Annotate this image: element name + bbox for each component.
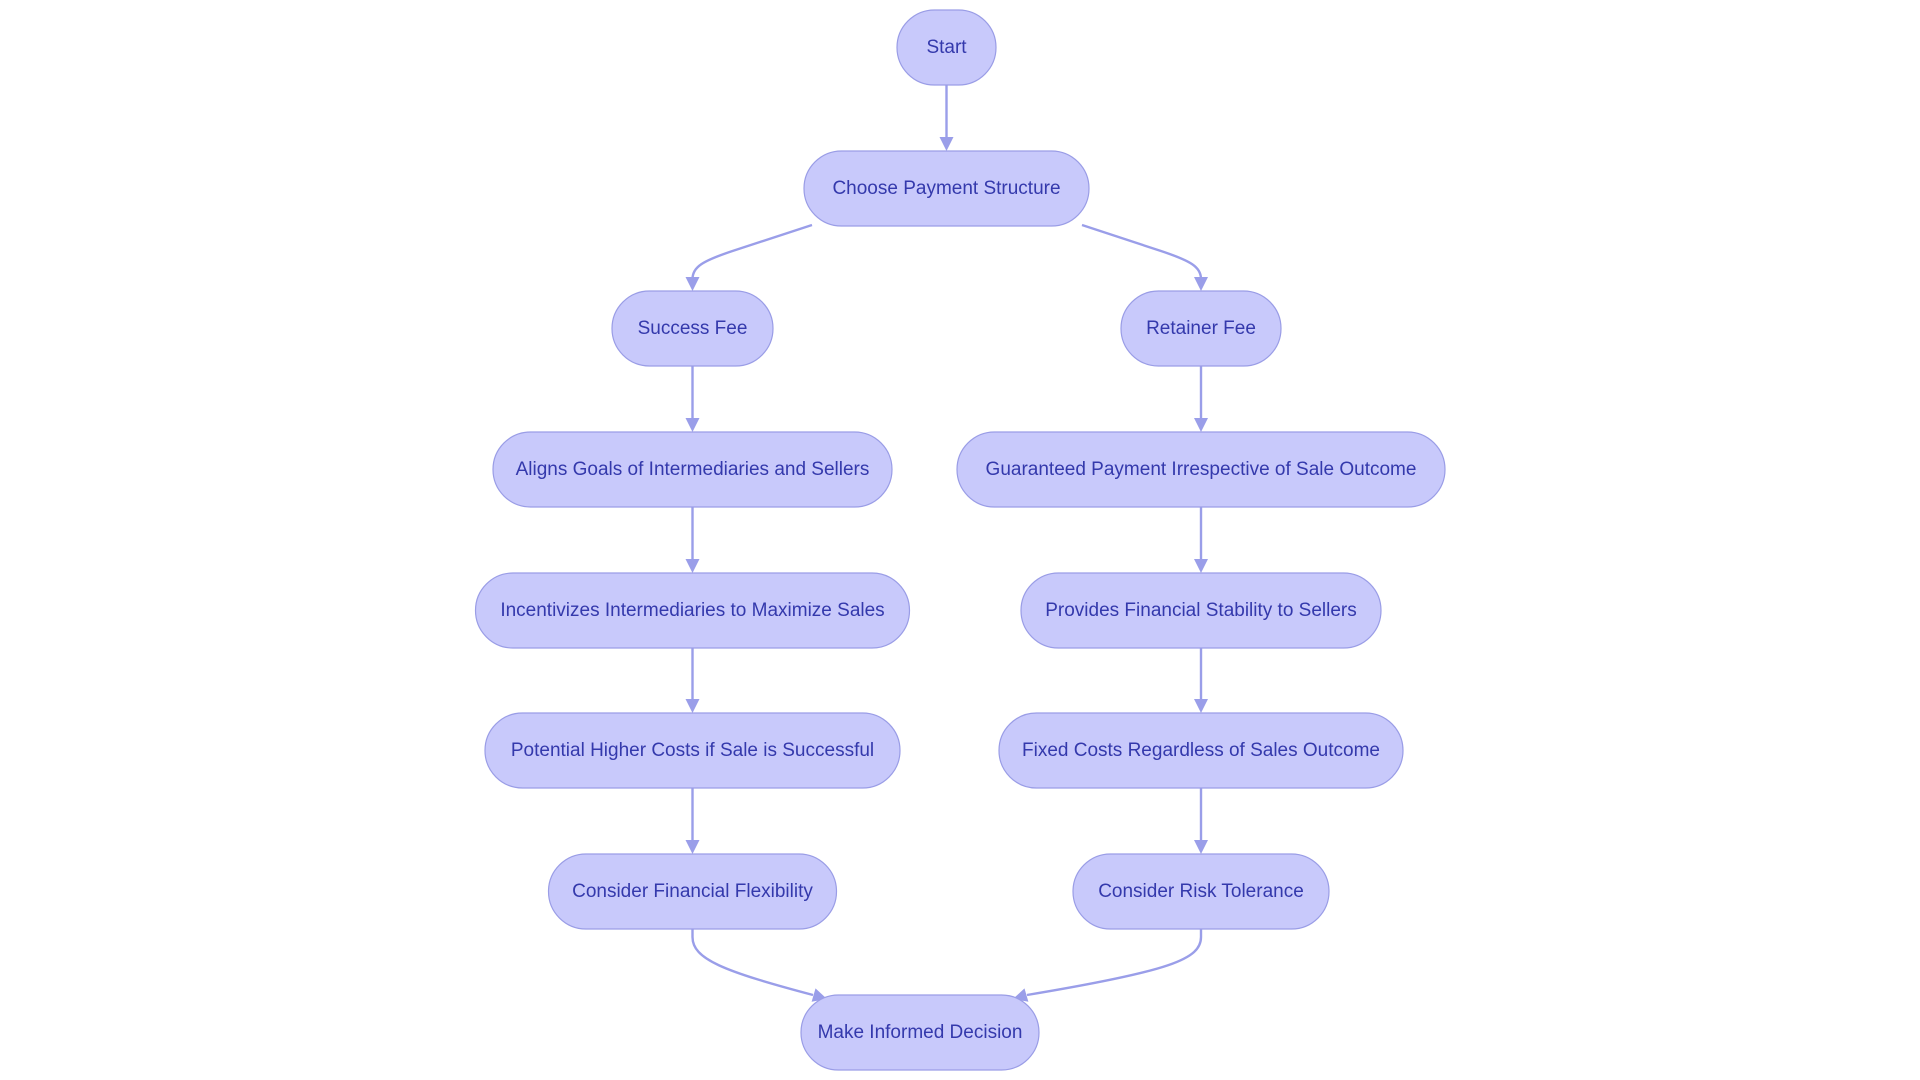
node-label: Provides Financial Stability to Sellers xyxy=(1045,600,1357,621)
node-incentivizes: Incentivizes Intermediaries to Maximize … xyxy=(474,572,911,649)
arrow-head-icon xyxy=(685,277,700,291)
flowchart-diagram: Start Choose Payment Structure Success Fee… xyxy=(474,9,1446,1071)
node-choose: Choose Payment Structure xyxy=(803,150,1090,227)
arrow-head-icon xyxy=(1194,418,1208,432)
edge-success-fee-to-aligns-goals xyxy=(685,366,700,432)
node-higher-costs: Potential Higher Costs if Sale is Succes… xyxy=(484,712,901,789)
edge-line xyxy=(1081,223,1203,280)
node-success-fee: Success Fee xyxy=(611,290,774,367)
arrow-head-icon xyxy=(685,840,700,854)
edge-higher-costs-to-flexibility xyxy=(685,788,700,854)
edge-choose-to-retainer-fee xyxy=(1081,223,1208,291)
edge-retainer-fee-to-guaranteed-payment xyxy=(1194,366,1208,432)
node-fixed-costs: Fixed Costs Regardless of Sales Outcome xyxy=(998,712,1404,789)
edge-incentivizes-to-higher-costs xyxy=(685,648,700,713)
node-label: Consider Financial Flexibility xyxy=(572,881,813,902)
node-start: Start xyxy=(896,9,997,86)
node-label: Aligns Goals of Intermediaries and Selle… xyxy=(516,459,870,480)
edge-start-to-choose xyxy=(939,85,954,151)
node-label: Guaranteed Payment Irrespective of Sale … xyxy=(986,459,1417,480)
node-label: Retainer Fee xyxy=(1146,318,1256,339)
edge-fixed-costs-to-risk-tolerance xyxy=(1194,788,1208,854)
nodes-layer: Start Choose Payment Structure Success Fee… xyxy=(474,9,1446,1071)
arrow-head-icon xyxy=(1194,699,1208,713)
edge-line xyxy=(1026,929,1203,997)
node-label: Choose Payment Structure xyxy=(832,178,1060,199)
edge-choose-to-success-fee xyxy=(685,223,813,291)
node-label: Potential Higher Costs if Sale is Succes… xyxy=(511,740,874,761)
node-stability: Provides Financial Stability to Sellers xyxy=(1020,572,1382,649)
arrow-head-icon xyxy=(1194,277,1208,291)
arrow-head-icon xyxy=(685,699,700,713)
node-guaranteed-payment: Guaranteed Payment Irrespective of Sale … xyxy=(956,431,1446,508)
edge-flexibility-to-decision xyxy=(691,929,827,1002)
node-label: Success Fee xyxy=(638,318,748,339)
edge-stability-to-fixed-costs xyxy=(1194,648,1208,713)
node-retainer-fee: Retainer Fee xyxy=(1120,290,1282,367)
edge-line xyxy=(691,223,813,280)
edge-line xyxy=(691,929,814,997)
node-label: Incentivizes Intermediaries to Maximize … xyxy=(500,600,884,621)
node-aligns-goals: Aligns Goals of Intermediaries and Selle… xyxy=(492,431,893,508)
edge-aligns-goals-to-incentivizes xyxy=(685,507,700,573)
arrow-head-icon xyxy=(685,559,700,573)
node-label: Fixed Costs Regardless of Sales Outcome xyxy=(1022,740,1380,761)
arrow-head-icon xyxy=(1194,559,1208,573)
node-label: Consider Risk Tolerance xyxy=(1098,881,1304,902)
edge-risk-tolerance-to-decision xyxy=(1013,929,1203,1002)
node-decision: Make Informed Decision xyxy=(800,994,1040,1071)
node-label: Start xyxy=(926,37,967,58)
edge-guaranteed-payment-to-stability xyxy=(1194,507,1208,573)
arrow-head-icon xyxy=(685,418,700,432)
node-label: Make Informed Decision xyxy=(818,1022,1023,1043)
arrow-head-icon xyxy=(1194,840,1208,854)
node-risk-tolerance: Consider Risk Tolerance xyxy=(1072,853,1330,930)
arrow-head-icon xyxy=(939,137,954,151)
node-flexibility: Consider Financial Flexibility xyxy=(547,853,838,930)
